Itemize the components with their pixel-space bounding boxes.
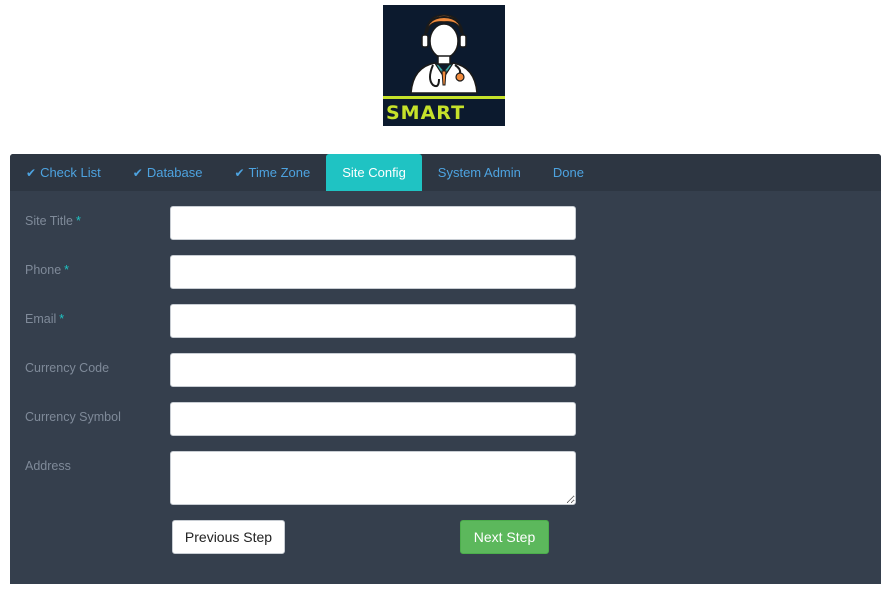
tab-label: Database (146, 165, 203, 180)
email-label: Email * (25, 312, 65, 326)
email-input[interactable] (170, 304, 576, 338)
tab-time-zone[interactable]: ✔ Time Zone (218, 154, 326, 191)
wizard-steps: ✔ Check List ✔ Database ✔ Time Zone Site… (10, 154, 881, 191)
required-marker: * (64, 263, 70, 277)
tab-site-config[interactable]: Site Config (326, 154, 422, 191)
phone-label: Phone * (25, 263, 70, 277)
previous-step-button[interactable]: Previous Step (172, 520, 285, 554)
phone-input[interactable] (170, 255, 576, 289)
tab-database[interactable]: ✔ Database (117, 154, 219, 191)
doctor-logo-icon (410, 14, 478, 94)
checkmark-icon: ✔ (234, 165, 245, 180)
currency-symbol-input[interactable] (170, 402, 576, 436)
tab-label: Done (552, 165, 584, 180)
site-title-label: Site Title * (25, 214, 81, 228)
tab-label: Check List (40, 165, 101, 180)
checkmark-icon: ✔ (26, 165, 37, 180)
tab-label: Time Zone (248, 165, 311, 180)
tab-label: System Admin (437, 165, 521, 180)
checkmark-icon: ✔ (132, 165, 143, 180)
required-marker: * (75, 214, 81, 228)
tab-system-admin[interactable]: System Admin (422, 154, 537, 191)
tab-done[interactable]: Done (537, 154, 600, 191)
currency-code-input[interactable] (170, 353, 576, 387)
required-marker: * (59, 312, 65, 326)
currency-code-label: Currency Code (25, 361, 110, 375)
address-label: Address (25, 459, 71, 473)
tab-check-list[interactable]: ✔ Check List (10, 154, 117, 191)
setup-wizard-panel: ✔ Check List ✔ Database ✔ Time Zone Site… (10, 154, 881, 584)
tab-label: Site Config (342, 165, 406, 180)
next-step-button[interactable]: Next Step (460, 520, 549, 554)
address-textarea[interactable] (170, 451, 576, 505)
currency-symbol-label: Currency Symbol (25, 410, 121, 424)
logo-text: SMART (383, 96, 505, 126)
app-logo: SMART (383, 5, 505, 126)
site-title-input[interactable] (170, 206, 576, 240)
